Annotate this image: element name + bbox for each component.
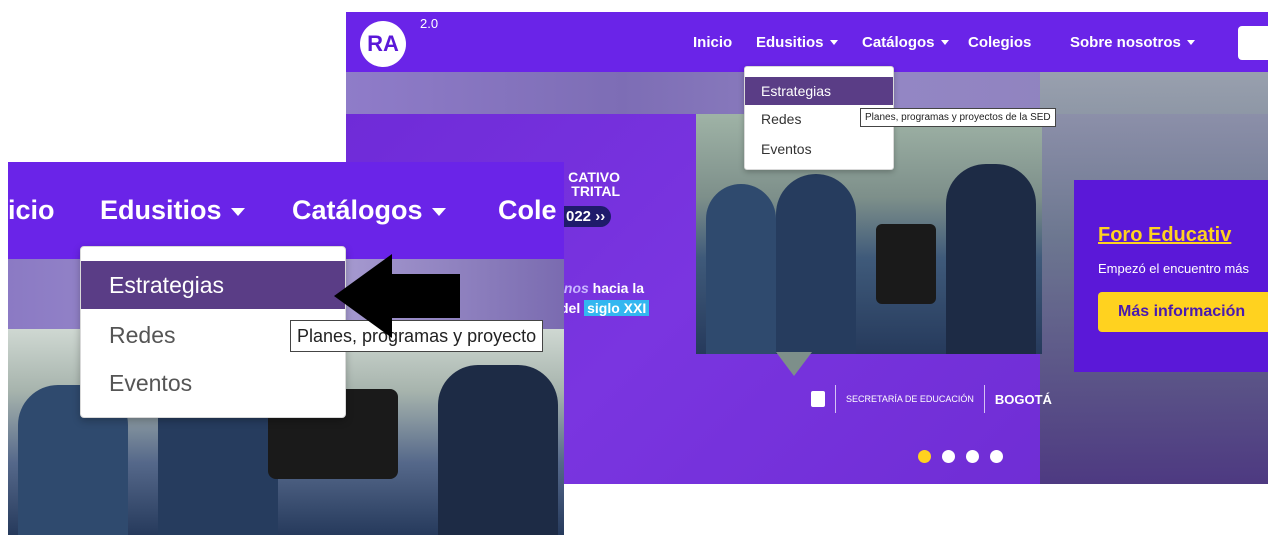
logo-version: 2.0 xyxy=(420,16,439,31)
zoom-dropdown-item-estrategias[interactable]: Estrategias xyxy=(81,261,345,309)
chevron-down-icon xyxy=(1186,39,1195,45)
dropdown-item-eventos[interactable]: Eventos xyxy=(745,135,893,163)
zoom-nav-edusitios[interactable]: Edusitios xyxy=(100,162,245,259)
panel-title-link[interactable]: Foro Educativ xyxy=(1098,224,1231,247)
photo-speech-tail xyxy=(776,352,812,376)
hero-headline: CATIVO TRITAL xyxy=(568,169,620,199)
sponsor-secretaria: SECRETARÍA DE EDUCACIÓN xyxy=(846,394,974,404)
dropdown-item-estrategias[interactable]: Estrategias xyxy=(745,77,893,105)
zoom-dropdown-item-eventos[interactable]: Eventos xyxy=(81,359,345,407)
zoom-nav-catalogos[interactable]: Catálogos xyxy=(292,162,446,259)
chevron-down-icon xyxy=(230,207,245,216)
student-figure xyxy=(438,365,558,535)
carousel-dot-3[interactable] xyxy=(966,450,979,463)
nav-catalogos[interactable]: Catálogos xyxy=(862,12,949,72)
carousel-dot-2[interactable] xyxy=(942,450,955,463)
panel-subtitle: Empezó el encuentro más xyxy=(1098,261,1250,276)
zoom-inset: icio Edusitios Catálogos Cole Estrategia… xyxy=(8,162,564,535)
student-figure xyxy=(946,164,1036,354)
student-figure xyxy=(776,174,856,354)
hero-tagline-italic: inos xyxy=(560,280,589,296)
student-figure xyxy=(706,184,776,354)
sponsor-bogota: BOGOTÁ xyxy=(994,391,1052,407)
chevron-down-icon xyxy=(940,39,949,45)
featured-panel: Foro Educativ Empezó el encuentro más Má… xyxy=(1074,180,1268,372)
navbar: RA 2.0 Inicio Edusitios Catálogos Colegi… xyxy=(346,12,1268,72)
nav-edusitios[interactable]: Edusitios xyxy=(756,12,838,72)
zoom-nav-inicio[interactable]: icio xyxy=(8,162,55,259)
nav-inicio[interactable]: Inicio xyxy=(693,12,732,72)
nav-colegios[interactable]: Colegios xyxy=(968,12,1031,72)
hero-tagline-highlight: siglo XXI xyxy=(584,300,650,316)
zoom-navbar: icio Edusitios Catálogos Cole xyxy=(8,162,564,259)
hero-tagline-1: hacia la xyxy=(588,280,645,296)
site-logo[interactable]: RA xyxy=(360,21,406,67)
tooltip: Planes, programas y proyectos de la SED xyxy=(860,108,1056,127)
hero-year-pill: 022 ›› xyxy=(560,206,612,227)
alcaldia-shield-icon xyxy=(811,391,825,407)
zoom-nav-colegios[interactable]: Cole xyxy=(498,162,557,259)
hero-tagline: inos hacia la del siglo XXI xyxy=(560,278,650,318)
carousel-indicators xyxy=(918,450,1003,463)
sponsor-logos: SECRETARÍA DE EDUCACIÓN BOGOTÁ xyxy=(811,382,1052,416)
carousel-dot-4[interactable] xyxy=(990,450,1003,463)
nav-sobre-nosotros[interactable]: Sobre nosotros xyxy=(1070,12,1195,72)
carousel-dot-1[interactable] xyxy=(918,450,931,463)
search-box[interactable] xyxy=(1238,26,1268,60)
chevron-down-icon xyxy=(431,207,446,216)
more-info-button[interactable]: Más información xyxy=(1098,292,1268,332)
video-camera xyxy=(876,224,936,304)
left-arrow-icon xyxy=(334,254,460,338)
chevron-down-icon xyxy=(829,39,838,45)
